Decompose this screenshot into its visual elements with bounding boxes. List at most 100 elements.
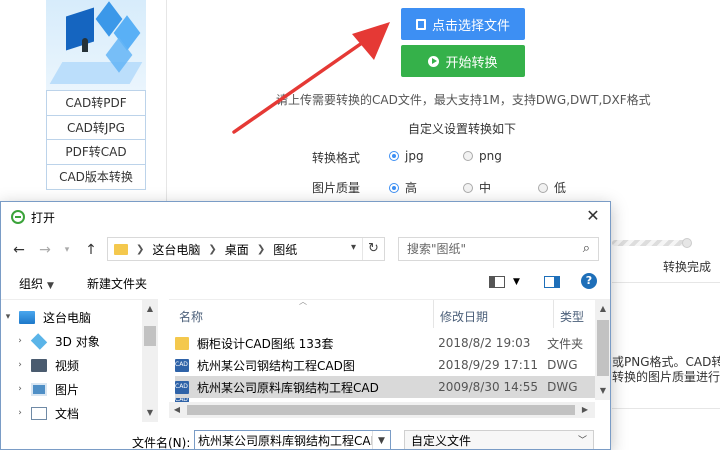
- radio-selected-icon: [389, 151, 399, 161]
- navigation-bar: ← → ▾ ↑ ❯ 这台电脑 ❯ 桌面 ❯ 图纸 ▾ ↻ 搜索"图纸" ⌕: [1, 235, 610, 265]
- radio-icon: [463, 182, 473, 193]
- tree-item-videos[interactable]: › 视频: [13, 354, 79, 376]
- radio-icon: [538, 182, 548, 193]
- menu-item-cad-to-jpg[interactable]: CAD转JPG: [47, 116, 145, 140]
- menu-item-pdf-to-cad[interactable]: PDF转CAD: [47, 140, 145, 165]
- chevron-right-icon: ❯: [256, 243, 266, 255]
- new-folder-button[interactable]: 新建文件夹: [87, 275, 147, 292]
- tree-item-pictures[interactable]: › 图片: [13, 378, 79, 400]
- format-label: 转换格式: [312, 151, 361, 165]
- caret-down-icon: ▼: [47, 281, 54, 291]
- dwg-file-icon: [175, 380, 189, 394]
- progress-bar: [612, 240, 688, 246]
- file-type-select[interactable]: 自定义文件 ﹀: [404, 430, 594, 449]
- file-icon: [415, 18, 426, 30]
- quality-radio-high[interactable]: 高: [389, 179, 417, 196]
- video-icon: [31, 358, 47, 372]
- up-button[interactable]: ↑: [83, 240, 99, 260]
- settings-title: 自定义设置转换如下: [408, 122, 517, 136]
- scroll-down-icon[interactable]: ▼: [595, 386, 610, 395]
- menu-item-cad-to-pdf[interactable]: CAD转PDF: [47, 91, 145, 116]
- forward-button[interactable]: →: [37, 240, 53, 260]
- scroll-up-icon[interactable]: ▲: [142, 304, 158, 313]
- site-illustration: [46, 0, 146, 90]
- open-file-dialog: 打开 ✕ ← → ▾ ↑ ❯ 这台电脑 ❯ 桌面 ❯ 图纸 ▾ ↻ 搜索"图纸"…: [0, 201, 611, 450]
- chevron-down-icon[interactable]: ▼: [372, 431, 390, 449]
- scroll-left-icon[interactable]: ◀: [169, 405, 185, 414]
- tree-item-this-pc[interactable]: ▾ 这台电脑: [1, 306, 91, 328]
- quality-radio-low[interactable]: 低: [538, 179, 566, 196]
- file-row[interactable]: 杭州某公司钢结构工程CAD图 2018/9/29 17:11 DWG: [175, 354, 595, 376]
- scroll-down-icon[interactable]: ▼: [142, 408, 158, 417]
- column-header-date[interactable]: 修改日期: [440, 308, 488, 325]
- filename-input[interactable]: 杭州某公司原料库钢结构工程CAD ▼: [194, 430, 391, 449]
- chevron-right-icon[interactable]: ›: [13, 384, 27, 394]
- select-file-button[interactable]: 点击选择文件: [401, 8, 525, 40]
- chevron-right-icon[interactable]: ›: [13, 408, 27, 418]
- play-icon: [428, 55, 440, 67]
- side-menu: CAD转PDF CAD转JPG PDF转CAD CAD版本转换: [46, 90, 146, 190]
- file-list: ︿ 名称 修改日期 类型 橱柜设计CAD图纸 133套 2018/8/2 19:…: [169, 297, 610, 421]
- filename-label: 文件名(N):: [132, 436, 191, 450]
- file-row[interactable]: 橱柜设计CAD图纸 133套 2018/8/2 19:03 文件夹: [175, 332, 595, 354]
- breadcrumb-this-pc[interactable]: 这台电脑: [152, 241, 200, 258]
- help-icon[interactable]: ?: [581, 273, 597, 289]
- address-bar[interactable]: ❯ 这台电脑 ❯ 桌面 ❯ 图纸 ▾ ↻: [107, 237, 385, 261]
- scroll-thumb[interactable]: [597, 320, 609, 376]
- dwg-file-icon: [175, 358, 189, 372]
- convert-status: 转换完成: [663, 260, 712, 274]
- red-arrow-annotation: [232, 22, 390, 134]
- column-header-name[interactable]: 名称: [179, 308, 203, 325]
- scroll-thumb[interactable]: [144, 326, 156, 346]
- radio-icon: [463, 151, 473, 161]
- recent-locations-button[interactable]: ▾: [59, 240, 75, 260]
- dialog-footer: 文件名(N): 杭州某公司原料库钢结构工程CAD ▼ 自定义文件 ﹀: [1, 428, 610, 450]
- close-button[interactable]: ✕: [584, 207, 602, 225]
- computer-icon: [19, 310, 35, 324]
- search-input[interactable]: 搜索"图纸" ⌕: [398, 237, 599, 261]
- format-radio-jpg[interactable]: jpg: [389, 149, 424, 163]
- sort-ascending-icon: ︿: [299, 297, 307, 306]
- column-header-type[interactable]: 类型: [560, 308, 584, 325]
- dialog-title: 打开: [31, 210, 56, 225]
- chevron-right-icon: ❯: [208, 243, 217, 255]
- browser-app-icon: [11, 210, 25, 224]
- folder-icon: [175, 336, 189, 350]
- organize-button[interactable]: 组织 ▼: [19, 275, 54, 292]
- quality-radio-medium[interactable]: 中: [463, 179, 491, 196]
- breadcrumb-desktop[interactable]: 桌面: [225, 241, 249, 258]
- tree-scrollbar[interactable]: ▲ ▼: [142, 300, 158, 422]
- scroll-thumb[interactable]: [187, 405, 575, 415]
- scroll-up-icon[interactable]: ▲: [595, 304, 610, 313]
- refresh-icon[interactable]: ↻: [362, 238, 384, 260]
- chevron-down-icon[interactable]: ▾: [1, 312, 15, 322]
- chevron-down-icon[interactable]: ▾: [351, 242, 356, 253]
- preview-pane-icon[interactable]: [544, 276, 560, 288]
- menu-item-cad-version[interactable]: CAD版本转换: [47, 165, 145, 190]
- progress-knob: [682, 238, 692, 248]
- chevron-right-icon[interactable]: ›: [13, 360, 27, 370]
- file-list-vertical-scrollbar[interactable]: ▲ ▼: [595, 300, 610, 400]
- chevron-right-icon[interactable]: ›: [13, 336, 27, 346]
- caret-down-icon[interactable]: ▼: [513, 277, 520, 287]
- start-convert-button[interactable]: 开始转换: [401, 45, 525, 77]
- file-list-horizontal-scrollbar[interactable]: ◀ ▶: [169, 402, 595, 418]
- breadcrumb-drawings[interactable]: 图纸: [273, 241, 297, 258]
- cube-icon: [30, 332, 48, 350]
- view-options-icon[interactable]: [489, 276, 505, 288]
- back-button[interactable]: ←: [11, 240, 27, 260]
- chevron-down-icon: ﹀: [577, 436, 587, 446]
- format-radio-png[interactable]: png: [463, 149, 502, 163]
- navigation-pane: ▾ 这台电脑 › 3D 对象 › 视频 › 图片 › 文档 ▲ ▼: [1, 299, 158, 424]
- tree-item-3d-objects[interactable]: › 3D 对象: [13, 330, 100, 352]
- description-text: 或PNG格式。CAD转 转换的图片质量进行转: [612, 355, 720, 384]
- radio-selected-icon: [389, 182, 399, 193]
- scroll-right-icon[interactable]: ▶: [577, 405, 593, 414]
- file-row-selected[interactable]: 杭州某公司原料库钢结构工程CAD 2009/8/30 14:55 DWG: [175, 376, 595, 398]
- chevron-right-icon: ❯: [136, 243, 145, 255]
- document-icon: [31, 406, 47, 420]
- folder-icon: [114, 243, 128, 255]
- tree-item-documents[interactable]: › 文档: [13, 402, 79, 424]
- dialog-titlebar: 打开: [1, 202, 610, 232]
- dialog-toolbar: 组织 ▼ 新建文件夹 ▼ ?: [1, 268, 610, 298]
